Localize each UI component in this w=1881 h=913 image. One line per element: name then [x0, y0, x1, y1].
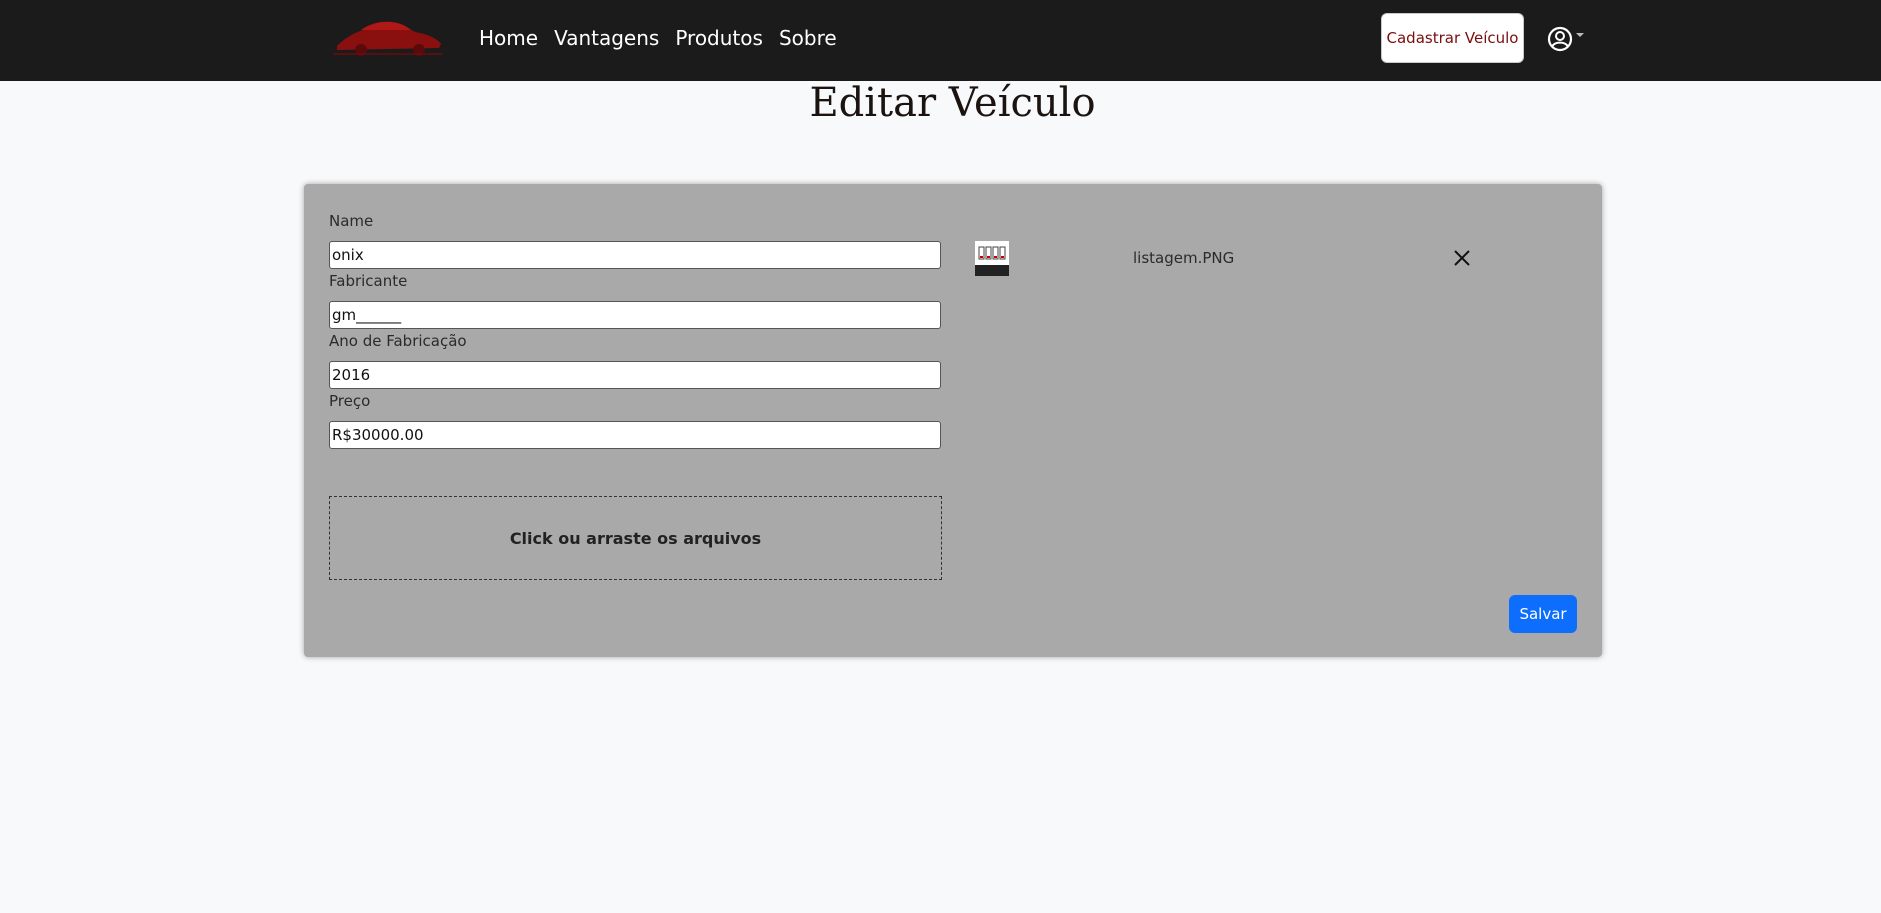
chevron-down-icon [1576, 33, 1584, 37]
ano-fabricacao-input[interactable]: 2016 [329, 361, 941, 389]
nav-links: Home Vantagens Produtos Sobre [479, 22, 853, 54]
nav-link-home[interactable]: Home [479, 22, 538, 54]
car-logo-icon[interactable] [331, 14, 445, 60]
fabricante-input[interactable]: gm______ [329, 301, 941, 329]
save-button[interactable]: Salvar [1509, 595, 1577, 633]
nav-link-sobre[interactable]: Sobre [779, 22, 837, 54]
name-label: Name [329, 212, 374, 230]
preco-label: Preço [329, 392, 371, 410]
file-dropzone[interactable]: Click ou arraste os arquivos [329, 496, 942, 580]
ano-fabricacao-label: Ano de Fabricação [329, 332, 467, 350]
nav-link-vantagens[interactable]: Vantagens [554, 22, 659, 54]
fabricante-label: Fabricante [329, 272, 408, 290]
user-circle-icon [1547, 26, 1584, 52]
preco-input[interactable]: R$30000.00 [329, 421, 941, 449]
edit-vehicle-form: Name onix Fabricante gm______ Ano de Fab… [304, 184, 1602, 657]
close-icon[interactable] [1451, 247, 1473, 269]
name-input[interactable]: onix [329, 241, 941, 269]
user-menu-dropdown[interactable] [1545, 24, 1595, 54]
nav-link-produtos[interactable]: Produtos [675, 22, 763, 54]
page-title: Editar Veículo [809, 80, 1096, 126]
top-navbar: Home Vantagens Produtos Sobre Cadastrar … [0, 0, 1881, 81]
cadastrar-veiculo-button[interactable]: Cadastrar Veículo [1381, 13, 1524, 63]
file-thumbnail [975, 241, 1009, 276]
file-name: listagem.PNG [1133, 249, 1235, 267]
